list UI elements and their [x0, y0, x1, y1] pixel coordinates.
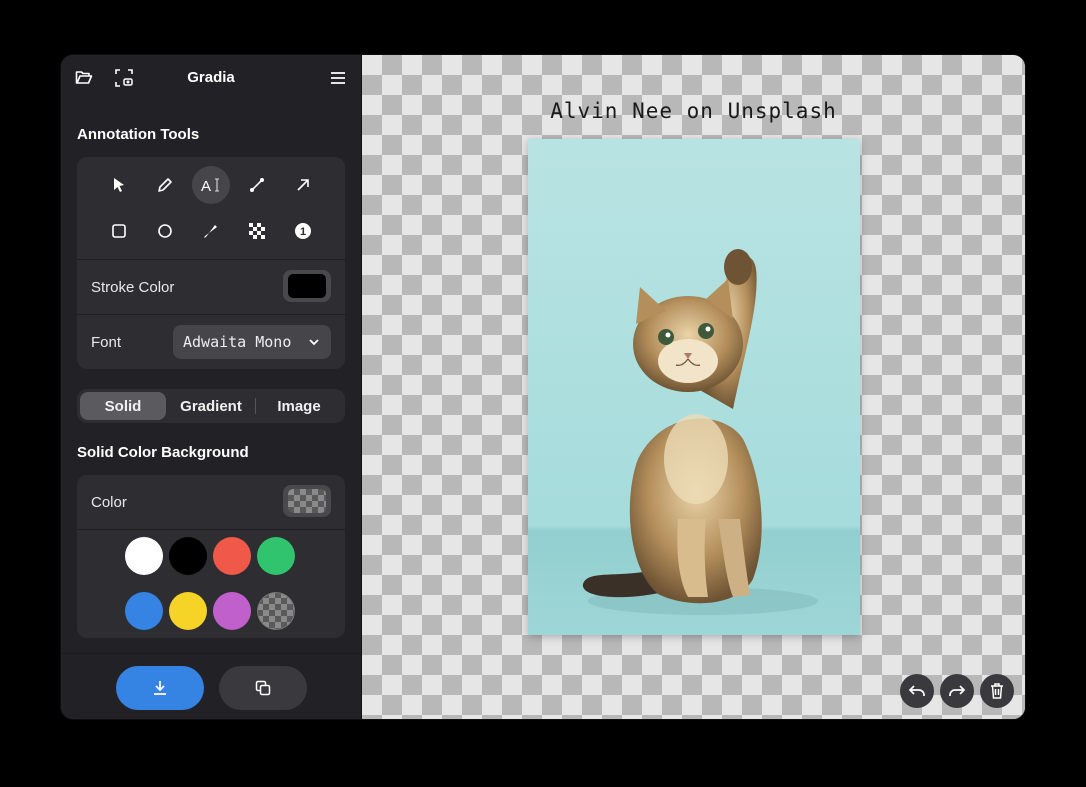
headerbar: Gradia: [61, 55, 361, 101]
color-black[interactable]: [169, 537, 207, 575]
tool-number[interactable]: 1: [284, 212, 322, 250]
image-canvas[interactable]: Alvin Nee on Unsplash: [362, 55, 1025, 719]
color-green[interactable]: [257, 537, 295, 575]
background-color-button[interactable]: [283, 485, 331, 517]
kitten-illustration: [582, 249, 818, 615]
line-icon: [249, 177, 265, 193]
tool-select[interactable]: [100, 166, 138, 204]
stroke-color-swatch: [288, 274, 326, 298]
image-caption: Alvin Nee on Unsplash: [550, 99, 837, 123]
rectangle-icon: [111, 223, 127, 239]
arrow-icon: [295, 177, 311, 193]
number-badge-icon: 1: [294, 222, 312, 240]
hamburger-menu-icon: [330, 71, 346, 85]
download-icon: [152, 680, 168, 696]
export-button[interactable]: [116, 666, 204, 710]
background-mode-switcher: Solid Gradient Image: [77, 389, 345, 423]
app-title: Gradia: [187, 69, 235, 86]
background-color-swatch: [288, 489, 326, 513]
undo-icon: [908, 684, 926, 698]
redo-icon: [948, 684, 966, 698]
color-yellow[interactable]: [169, 592, 207, 630]
svg-text:A: A: [201, 178, 211, 193]
color-label: Color: [91, 494, 127, 511]
divider: [77, 259, 345, 260]
solid-color-card: Color: [77, 475, 345, 638]
chevron-down-icon: [309, 338, 319, 346]
tab-solid[interactable]: Solid: [80, 392, 166, 420]
color-white[interactable]: [125, 537, 163, 575]
circle-icon: [157, 223, 173, 239]
color-purple[interactable]: [213, 592, 251, 630]
font-value: Adwaita Mono: [183, 333, 292, 351]
stroke-color-button[interactable]: [283, 270, 331, 302]
highlighter-icon: [203, 223, 219, 239]
sidebar: Gradia Annotation Tools A 1 Stroke Color…: [61, 55, 361, 719]
annotation-tools-card: A 1 Stroke Color Font Adwaita Mono: [77, 157, 345, 369]
tool-highlighter[interactable]: [192, 212, 230, 250]
undo-button[interactable]: [900, 674, 934, 708]
divider: [77, 314, 345, 315]
stroke-color-label: Stroke Color: [91, 279, 175, 296]
tool-censor[interactable]: [238, 212, 276, 250]
tool-line[interactable]: [238, 166, 276, 204]
copy-button[interactable]: [219, 666, 307, 710]
svg-text:1: 1: [300, 226, 306, 238]
divider: [77, 529, 345, 530]
solid-background-title: Solid Color Background: [77, 444, 249, 461]
redo-button[interactable]: [940, 674, 974, 708]
checkerboard-icon: [249, 223, 265, 239]
tab-image[interactable]: Image: [256, 392, 342, 420]
color-red[interactable]: [213, 537, 251, 575]
tab-gradient[interactable]: Gradient: [168, 392, 254, 420]
copy-icon: [255, 680, 271, 696]
tool-arrow[interactable]: [284, 166, 322, 204]
main-menu-button[interactable]: [324, 64, 352, 92]
delete-button[interactable]: [980, 674, 1014, 708]
tool-pen[interactable]: [146, 166, 184, 204]
color-blue[interactable]: [125, 592, 163, 630]
annotation-tools-title: Annotation Tools: [77, 126, 200, 143]
photo-kitten: [528, 139, 860, 635]
font-dropdown[interactable]: Adwaita Mono: [173, 325, 331, 359]
tool-text[interactable]: A: [192, 166, 230, 204]
font-label: Font: [91, 334, 122, 351]
pencil-icon: [157, 177, 173, 193]
tool-rectangle[interactable]: [100, 212, 138, 250]
trash-icon: [990, 683, 1004, 699]
color-transparent[interactable]: [257, 592, 295, 630]
tool-circle[interactable]: [146, 212, 184, 250]
app-window: Gradia Annotation Tools A 1 Stroke Color…: [61, 55, 1025, 719]
text-tool-icon: A: [201, 177, 221, 193]
cursor-icon: [112, 177, 126, 193]
action-bar: [61, 653, 361, 719]
